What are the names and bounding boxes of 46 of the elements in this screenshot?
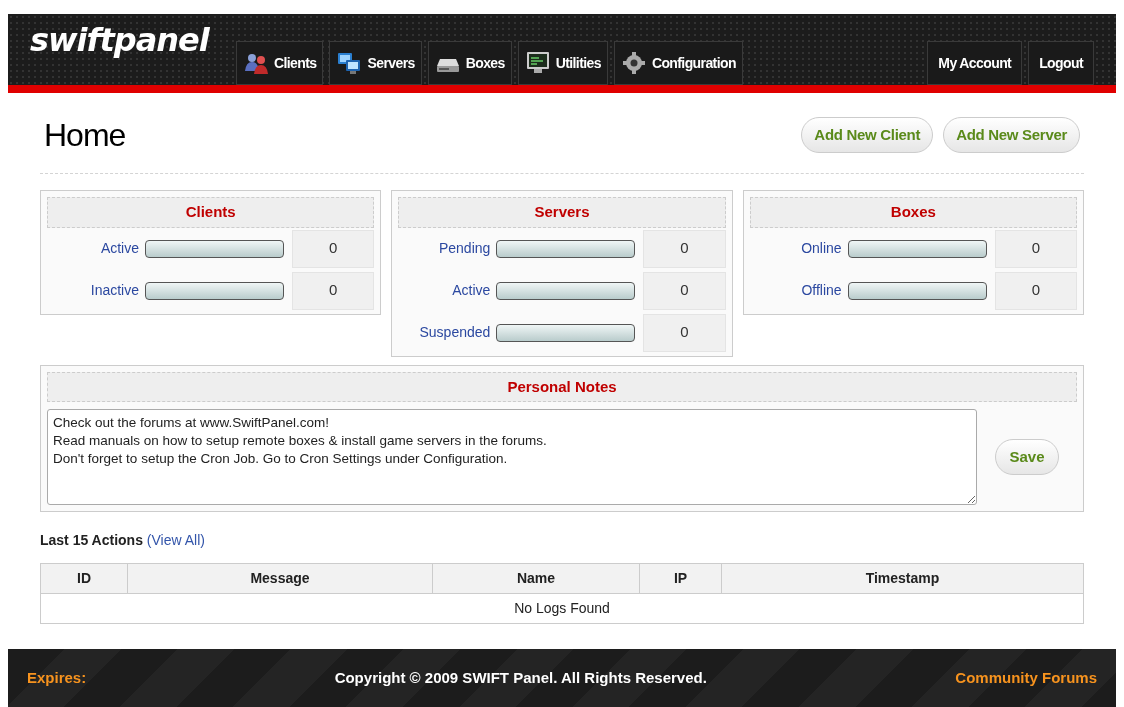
copyright-text: Copyright © 2009 SWIFT Panel. All Rights Reserved. bbox=[333, 667, 708, 688]
community-forums-link[interactable]: Community Forums bbox=[955, 666, 1097, 690]
column-header: Message bbox=[127, 563, 433, 594]
nav-tab[interactable]: Logout bbox=[1028, 41, 1094, 85]
stat-label: Active bbox=[99, 239, 140, 258]
panel-heading: Servers bbox=[398, 197, 726, 228]
stat-count: 0 bbox=[643, 271, 726, 310]
stat-label: Suspended bbox=[418, 323, 492, 342]
stat-label: Inactive bbox=[89, 281, 140, 300]
empty-table-message: No Logs Found bbox=[40, 593, 1084, 624]
nav-tab[interactable]: Configuration bbox=[613, 41, 743, 85]
stat-count: 0 bbox=[292, 229, 375, 268]
nav-tab[interactable]: Servers bbox=[329, 41, 422, 85]
section-heading: Last 15 Actions bbox=[40, 532, 143, 548]
nav-tab[interactable]: Boxes bbox=[427, 41, 512, 85]
stat-label: Offline bbox=[800, 281, 843, 300]
stat-label: Pending bbox=[437, 239, 492, 258]
nav-tab[interactable]: Clients bbox=[236, 41, 324, 85]
stat-count: 0 bbox=[994, 271, 1077, 310]
add-button[interactable]: Add New Client bbox=[801, 116, 934, 154]
column-header: Timestamp bbox=[721, 563, 1084, 594]
notes-field[interactable]: Check out the forums at www.SwiftPanel.com! Read manuals on how to setup remote boxes & install game servers in the forums. Don't forget to setup the Cron Job. Go to Cron Settings under Configuration. bbox=[47, 409, 977, 505]
panel-heading: Clients bbox=[47, 197, 375, 228]
users-icon bbox=[243, 51, 269, 75]
view-all-link[interactable]: (View All) bbox=[146, 532, 205, 548]
stat-count: 0 bbox=[643, 229, 726, 268]
gear-icon bbox=[620, 51, 647, 75]
column-header: Name bbox=[432, 563, 640, 594]
expires-label: Expires: bbox=[27, 667, 87, 688]
nav-tab[interactable]: My Account bbox=[927, 41, 1023, 85]
stat-count: 0 bbox=[643, 313, 726, 352]
stat-count: 0 bbox=[292, 271, 375, 310]
computer-icon bbox=[336, 51, 363, 75]
logo: swiftpanel bbox=[30, 21, 209, 59]
stat-label: Active bbox=[451, 281, 492, 300]
monitor-icon bbox=[524, 51, 551, 75]
add-button[interactable]: Add New Server bbox=[943, 116, 1080, 154]
save-button[interactable]: Save bbox=[995, 438, 1059, 476]
column-header: ID bbox=[40, 563, 128, 594]
nav-tab[interactable]: Utilities bbox=[517, 41, 608, 85]
page-title: Home bbox=[44, 116, 126, 155]
stat-count: 0 bbox=[994, 229, 1077, 268]
stat-label: Online bbox=[800, 239, 843, 258]
notes-heading: Personal Notes bbox=[47, 371, 1077, 402]
column-header: IP bbox=[639, 563, 722, 594]
panel-heading: Boxes bbox=[749, 197, 1077, 228]
